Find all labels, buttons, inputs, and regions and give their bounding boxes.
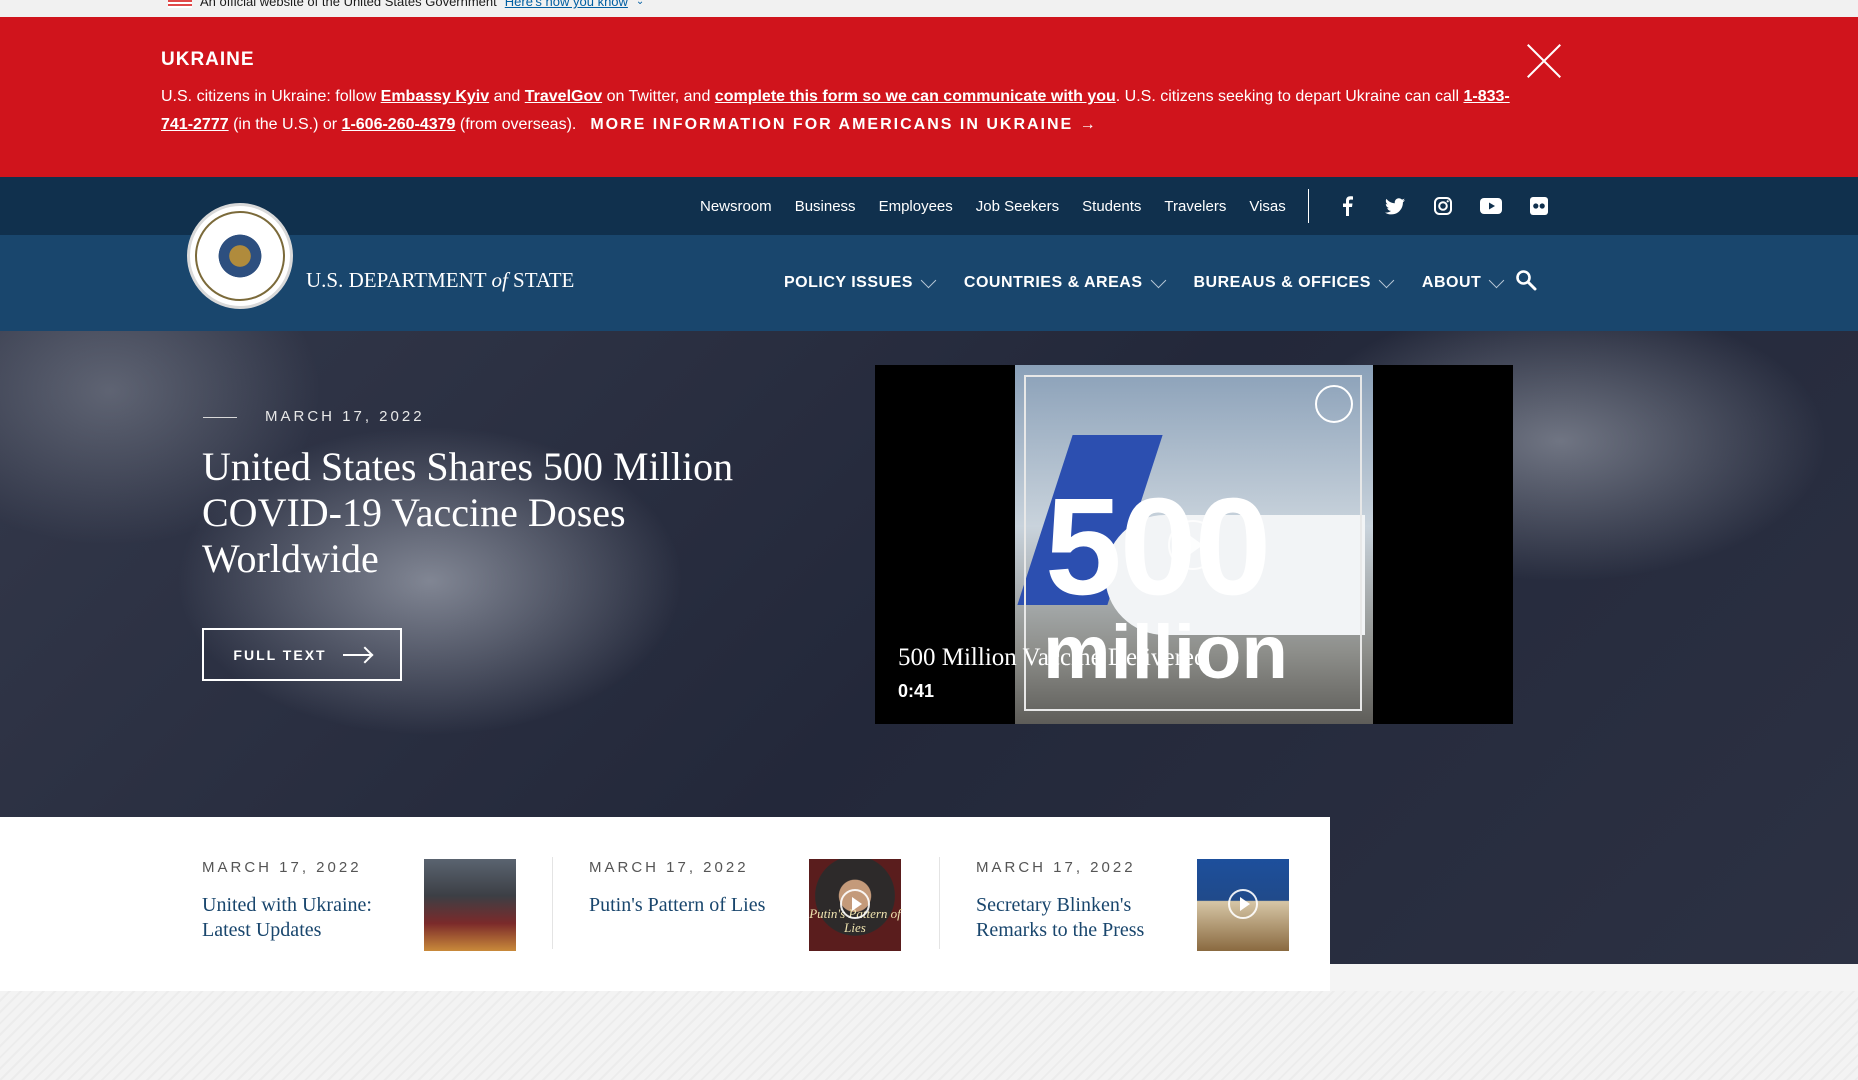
overlay-number: 500 [1045,470,1271,624]
alert-text: on Twitter, and [602,88,715,105]
page-pattern-background [0,991,1858,1080]
social-links [1336,177,1550,235]
more-info-link[interactable]: MORE INFORMATION FOR AMERICANS IN UKRAIN… [590,116,1097,133]
news-date: MARCH 17, 2022 [589,859,749,876]
nav-countries-areas[interactable]: COUNTRIES & AREAS [963,272,1166,292]
facebook-icon[interactable] [1336,195,1358,217]
overseas-phone-link[interactable]: 1-606-260-4379 [342,116,456,133]
alert-text: (from overseas). [455,116,577,133]
alert-title: UKRAINE [161,49,255,70]
nav-students[interactable]: Students [1082,198,1141,215]
nav-newsroom[interactable]: Newsroom [700,198,772,215]
full-text-label: FULL TEXT [233,646,327,663]
news-card[interactable]: MARCH 17, 2022 United with Ukraine: Late… [202,817,516,991]
twitter-icon[interactable] [1384,195,1406,217]
logo-text-pre: U.S. DEPARTMENT [306,268,492,292]
nav-label: COUNTRIES & AREAS [963,274,1143,291]
news-card[interactable]: MARCH 17, 2022 Secretary Blinken's Remar… [976,817,1290,991]
chevron-down-icon [1150,272,1166,288]
utility-links: Newsroom Business Employees Job Seekers … [700,177,1286,235]
alert-text: and [489,88,525,105]
alert-text: U.S. citizens in Ukraine: follow [161,88,381,105]
instagram-icon[interactable] [1432,195,1454,217]
us-flag-icon [168,0,192,8]
seal-eagle [215,231,265,281]
gov-banner-inner: An official website of the United States… [168,0,644,9]
nav-about[interactable]: ABOUT [1421,272,1505,292]
utility-divider [1308,189,1309,223]
nav-label: POLICY ISSUES [784,274,913,291]
how-you-know-link[interactable]: Here's how you know [505,0,628,9]
seal-icon [1315,385,1353,423]
main-nav: POLICY ISSUES COUNTRIES & AREAS BUREAUS … [784,235,1505,331]
close-icon[interactable] [1527,44,1561,78]
youtube-icon[interactable] [1480,195,1502,217]
alert-text: (in the U.S.) or [228,116,342,133]
nav-policy-issues[interactable]: POLICY ISSUES [784,272,937,292]
news-date: MARCH 17, 2022 [976,859,1136,876]
nav-bureaus-offices[interactable]: BUREAUS & OFFICES [1193,272,1395,292]
play-icon[interactable] [1168,520,1218,570]
news-title[interactable]: Putin's Pattern of Lies [589,893,779,918]
chevron-down-icon[interactable]: ⌄ [636,0,644,7]
nav-employees[interactable]: Employees [879,198,953,215]
hero-date: MARCH 17, 2022 [265,408,425,425]
travelgov-link[interactable]: TravelGov [525,88,602,105]
news-title[interactable]: Secretary Blinken's Remarks to the Press [976,893,1166,943]
news-thumbnail[interactable]: Putin's Pattern of Lies [809,859,901,951]
alert-body: U.S. citizens in Ukraine: follow Embassy… [161,83,1511,139]
gov-banner-text: An official website of the United States… [200,0,497,9]
news-divider [939,857,940,949]
video-title: 500 Million Vaccine Delivered [898,644,1207,671]
embassy-kyiv-link[interactable]: Embassy Kyiv [381,88,490,105]
seal-ring [195,211,285,301]
chevron-down-icon [920,272,937,288]
nav-travelers[interactable]: Travelers [1164,198,1226,215]
contact-form-link[interactable]: complete this form so we can communicate… [715,88,1116,105]
news-thumbnail[interactable] [424,859,516,951]
state-department-seal-icon[interactable] [187,203,293,309]
news-strip: MARCH 17, 2022 United with Ukraine: Late… [0,817,1330,991]
news-title[interactable]: United with Ukraine: Latest Updates [202,893,392,943]
news-date: MARCH 17, 2022 [202,859,362,876]
arrow-right-icon [342,653,371,656]
hero-title[interactable]: United States Shares 500 Million COVID-1… [202,444,762,582]
nav-visas[interactable]: Visas [1249,198,1285,215]
site-logo-text[interactable]: U.S. DEPARTMENT of STATE [306,268,574,293]
nav-business[interactable]: Business [795,198,856,215]
nav-label: ABOUT [1421,274,1482,291]
logo-text-post: STATE [507,268,575,292]
gov-banner: An official website of the United States… [0,0,1858,17]
full-text-button[interactable]: FULL TEXT [202,628,402,681]
alert-text: . U.S. citizens seeking to depart Ukrain… [1115,88,1464,105]
chevron-down-icon [1489,272,1505,288]
nav-label: BUREAUS & OFFICES [1193,274,1371,291]
logo-text-of: of [491,268,508,292]
chevron-down-icon [1378,272,1395,288]
news-divider [552,857,553,949]
hero-date-rule [203,417,237,418]
flickr-icon[interactable] [1528,195,1550,217]
ukraine-alert: UKRAINE U.S. citizens in Ukraine: follow… [0,17,1858,177]
play-icon[interactable] [840,889,870,919]
news-thumbnail[interactable] [1197,859,1289,951]
play-icon[interactable] [1228,889,1258,919]
nav-job-seekers[interactable]: Job Seekers [976,198,1059,215]
search-icon[interactable] [1515,269,1539,293]
video-duration: 0:41 [898,681,935,701]
news-card[interactable]: MARCH 17, 2022 Putin's Pattern of Lies P… [589,817,903,991]
